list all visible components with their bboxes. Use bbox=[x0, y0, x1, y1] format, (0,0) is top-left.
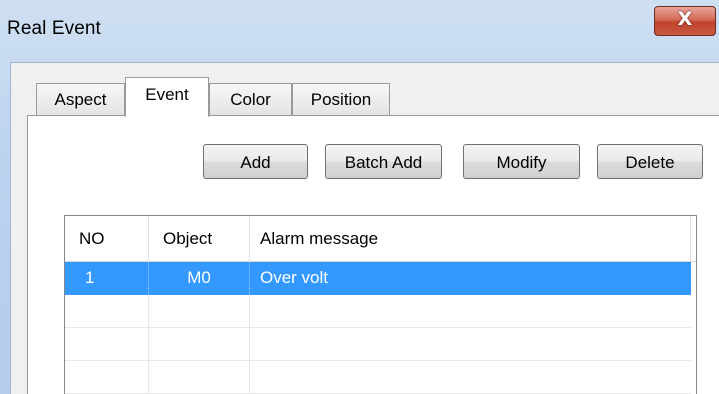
cell-alarm-message bbox=[250, 328, 691, 361]
modify-button[interactable]: Modify bbox=[463, 144, 580, 179]
cell-no bbox=[65, 361, 149, 394]
column-header-filler bbox=[691, 216, 696, 262]
table-row[interactable] bbox=[65, 328, 691, 361]
title-bar[interactable]: Real Event X bbox=[0, 0, 719, 62]
cell-alarm-message bbox=[250, 295, 691, 328]
add-button[interactable]: Add bbox=[203, 144, 308, 179]
cell-object bbox=[149, 361, 250, 394]
cell-no: 1 bbox=[65, 262, 149, 295]
window-title: Real Event bbox=[7, 18, 101, 39]
cell-alarm-message: Over volt bbox=[260, 268, 329, 287]
cell-no bbox=[65, 295, 149, 328]
close-button[interactable]: X bbox=[654, 6, 716, 36]
close-icon: X bbox=[677, 8, 693, 30]
cell-alarm-message bbox=[250, 361, 691, 394]
table-row[interactable] bbox=[65, 295, 691, 328]
tab-aspect[interactable]: Aspect bbox=[36, 83, 125, 116]
cell-object: M0 bbox=[149, 262, 250, 295]
cell-object bbox=[149, 295, 250, 328]
delete-button[interactable]: Delete bbox=[597, 144, 703, 179]
column-header-no[interactable]: NO bbox=[65, 216, 149, 262]
tab-position[interactable]: Position bbox=[292, 83, 390, 116]
table-row[interactable]: 1 M0 Over volt bbox=[65, 262, 691, 295]
column-header-alarm-message[interactable]: Alarm message bbox=[250, 216, 691, 262]
tab-color[interactable]: Color bbox=[209, 83, 292, 116]
cell-object bbox=[149, 328, 250, 361]
tab-event[interactable]: Event bbox=[125, 77, 209, 117]
column-header-object[interactable]: Object bbox=[149, 216, 250, 262]
event-list[interactable]: NO Object Alarm message 1 M0 Over volt bbox=[64, 215, 697, 394]
cell-no bbox=[65, 328, 149, 361]
batch-add-button[interactable]: Batch Add bbox=[325, 144, 442, 179]
table-row[interactable] bbox=[65, 361, 691, 394]
